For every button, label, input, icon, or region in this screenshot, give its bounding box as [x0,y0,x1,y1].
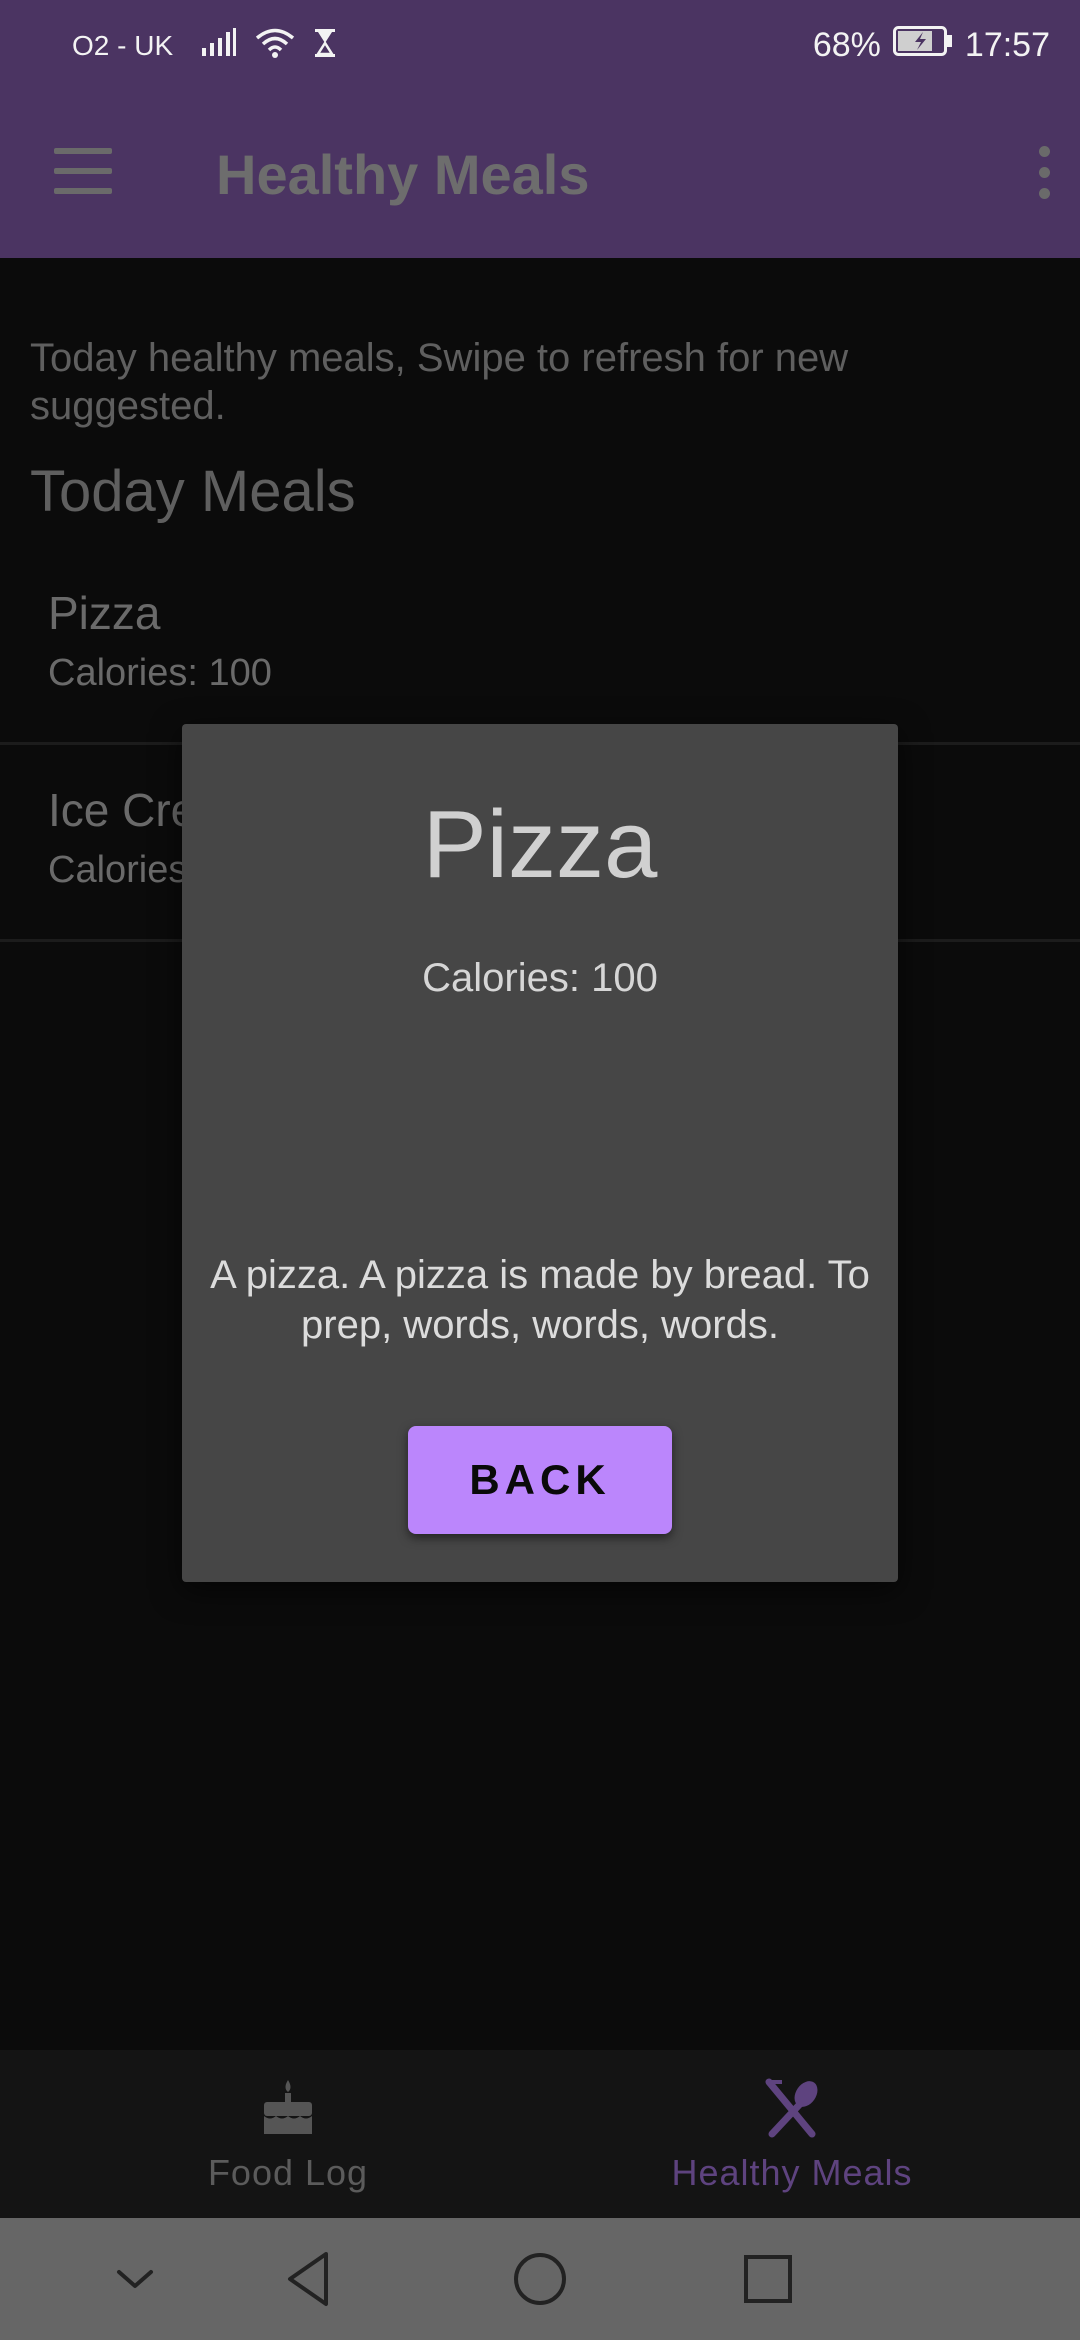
intro-text: Today healthy meals, Swipe to refresh fo… [30,336,849,428]
meal-name: Pizza [48,587,161,639]
system-navigation-bar [0,2218,1080,2340]
app-bar: Healthy Meals [0,90,1080,258]
cutlery-icon [742,2078,842,2138]
status-right: 68% 17:57 [813,22,1050,68]
nav-item-food-log[interactable]: Food Log [18,2050,558,2218]
nav-label-healthy-meals: Healthy Meals [671,2152,913,2193]
battery-percent: 68% [812,25,881,64]
home-icon[interactable] [507,2246,573,2312]
meal-list-item[interactable]: Pizza Calories: 100 [0,548,1080,745]
dialog-description: A pizza. A pizza is made by bread. To pr… [210,1253,870,1347]
wifi-icon [255,27,295,66]
recents-icon[interactable] [735,2246,801,2312]
dialog-title: Pizza [422,791,658,898]
back-icon[interactable] [276,2246,342,2312]
app-title: Healthy Meals [216,143,590,206]
collapse-icon[interactable] [102,2246,168,2312]
clock: 17:57 [964,25,1050,64]
bottom-navigation: Food Log Healthy Meals [0,2050,1080,2218]
meal-calories: Calories [48,849,188,891]
hourglass-icon [313,28,337,65]
battery-charging-icon [892,25,953,65]
back-button[interactable]: BACK [408,1426,672,1534]
meal-detail-dialog: Pizza Calories: 100 A pizza. A pizza is … [182,724,898,1582]
more-options-icon[interactable] [1034,146,1054,200]
dialog-calories: Calories: 100 [422,956,658,1000]
signal-icon [201,27,237,65]
status-left: O2 - UK [72,27,337,66]
hamburger-menu-icon[interactable] [54,148,114,196]
meal-name: Ice Cre [48,784,197,836]
cake-icon [238,2078,338,2138]
meal-calories: Calories: 100 [48,652,272,694]
carrier-label: O2 - UK [72,30,174,61]
nav-label-food-log: Food Log [207,2152,369,2193]
nav-item-healthy-meals[interactable]: Healthy Meals [522,2050,1062,2218]
screen: O2 - UK 68% 17:57 Healthy Meals Today he… [0,0,1080,2340]
status-bar: O2 - UK 68% 17:57 [0,0,1080,90]
section-title: Today Meals [30,459,356,524]
